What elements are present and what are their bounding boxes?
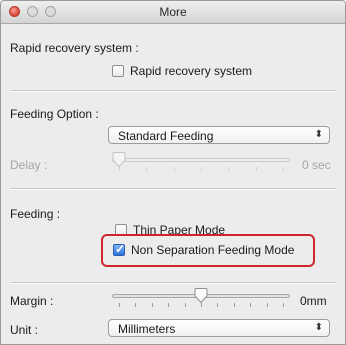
- slider-tick: [201, 167, 202, 171]
- margin-label: Margin :: [10, 294, 54, 308]
- rapid-recovery-section-label: Rapid recovery system :: [10, 41, 139, 55]
- thin-paper-mode-checkbox-row[interactable]: Thin Paper Mode: [115, 222, 225, 234]
- slider-tick: [228, 167, 229, 171]
- feeding-option-selected: Standard Feeding: [118, 129, 214, 143]
- divider: [10, 90, 336, 92]
- slider-tick: [168, 303, 169, 307]
- delay-slider[interactable]: [112, 152, 290, 176]
- feeding-option-popup[interactable]: Standard Feeding ⬍: [108, 126, 330, 144]
- rapid-recovery-checkbox-label[interactable]: Rapid recovery system: [130, 64, 252, 78]
- non-separation-feeding-label[interactable]: Non Separation Feeding Mode: [131, 243, 294, 257]
- slider-tick: [185, 303, 186, 307]
- slider-thumb-icon[interactable]: [112, 152, 126, 168]
- thin-paper-mode-label[interactable]: Thin Paper Mode: [133, 223, 225, 234]
- thin-paper-mode-checkbox[interactable]: [115, 224, 127, 234]
- divider: [10, 282, 336, 284]
- updown-arrows-icon: ⬍: [314, 129, 323, 140]
- slider-tick: [267, 303, 268, 307]
- slider-tick: [146, 167, 147, 171]
- slider-thumb-icon[interactable]: [194, 288, 208, 304]
- margin-slider[interactable]: [112, 288, 290, 312]
- slider-tick: [250, 303, 251, 307]
- unit-label: Unit :: [10, 323, 39, 337]
- slider-tick: [283, 167, 284, 171]
- divider: [10, 188, 336, 190]
- unit-selected: Millimeters: [118, 322, 176, 336]
- delay-slider-track: [112, 158, 290, 162]
- rapid-recovery-checkbox[interactable]: [112, 65, 124, 77]
- delay-value: 0 sec: [302, 158, 331, 172]
- more-window: More Rapid recovery system : Rapid recov…: [0, 0, 346, 345]
- non-separation-feeding-checkbox-row[interactable]: ✓ Non Separation Feeding Mode: [113, 242, 294, 258]
- slider-tick: [234, 303, 235, 307]
- slider-tick: [135, 303, 136, 307]
- window-title: More: [159, 5, 187, 19]
- unit-popup[interactable]: Millimeters ⬍: [108, 319, 330, 337]
- slider-tick: [119, 303, 120, 307]
- rapid-recovery-checkbox-row[interactable]: Rapid recovery system: [112, 63, 252, 79]
- feeding-option-section-label: Feeding Option :: [10, 107, 99, 121]
- updown-arrows-icon: ⬍: [314, 322, 323, 333]
- slider-tick: [256, 167, 257, 171]
- slider-tick: [217, 303, 218, 307]
- checkmark-icon: ✓: [115, 242, 126, 256]
- delay-label: Delay :: [10, 158, 48, 172]
- non-separation-feeding-checkbox[interactable]: ✓: [113, 242, 126, 256]
- title-bar: More: [1, 1, 345, 24]
- margin-value: 0mm: [300, 294, 327, 308]
- slider-tick: [174, 167, 175, 171]
- slider-tick: [152, 303, 153, 307]
- slider-tick: [283, 303, 284, 307]
- feeding-section-label: Feeding :: [10, 207, 61, 221]
